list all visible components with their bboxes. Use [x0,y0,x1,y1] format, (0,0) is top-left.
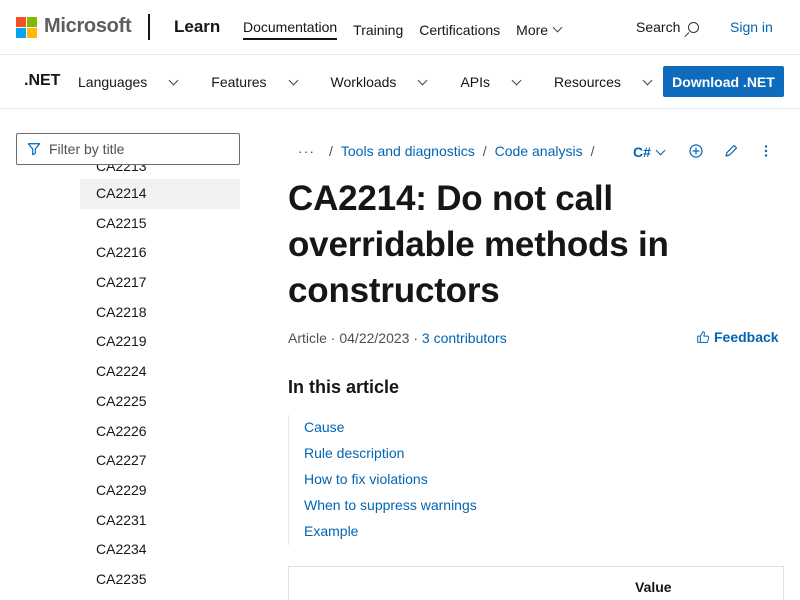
toc-item[interactable]: CA2224 [80,357,240,387]
nav-apis[interactable]: APIs [460,74,537,90]
product-nav-items: Languages Features Workloads APIs Resour… [78,74,685,90]
contributors-link[interactable]: 3 contributors [422,330,507,346]
sidebar-toc: CA2213 CA2214 CA2215 CA2216 CA2217 CA221… [80,165,240,600]
article-type: Article [288,330,327,346]
article-link-how-to-fix[interactable]: How to fix violations [304,467,477,493]
site-header: Microsoft Learn Documentation Training C… [0,0,800,55]
toc-item[interactable]: CA2215 [80,209,240,239]
nav-training[interactable]: Training [353,19,403,40]
toc-item[interactable]: CA2225 [80,387,240,417]
microsoft-logo-icon[interactable] [16,17,37,38]
filter-input[interactable]: Filter by title [16,133,240,165]
article-date: 04/22/2023 [339,330,410,346]
top-nav: Documentation Training Certifications Mo… [243,19,577,40]
edit-button[interactable] [722,142,740,160]
nav-more[interactable]: More [516,19,563,40]
toc-item[interactable]: CA2219 [80,327,240,357]
learn-link[interactable]: Learn [174,17,220,37]
toc-item[interactable]: CA2227 [80,446,240,476]
breadcrumb-separator: / [329,143,333,159]
nav-workloads-label: Workloads [330,74,397,90]
chevron-down-icon [642,75,653,85]
more-actions-button[interactable] [757,142,775,160]
in-this-article-list: Cause Rule description How to fix violat… [288,415,477,545]
chevron-down-icon [417,75,428,85]
nav-languages[interactable]: Languages [78,74,194,90]
article-link-suppress[interactable]: When to suppress warnings [304,493,477,519]
breadcrumb-tools-and-diagnostics[interactable]: Tools and diagnostics [341,143,475,159]
search-icon [688,21,700,33]
breadcrumb-separator: / [590,143,595,159]
nav-resources-label: Resources [554,74,621,90]
nav-certifications-label: Certifications [419,21,501,38]
language-selector[interactable]: C# [633,144,666,160]
toc-item-selected[interactable]: CA2214 [80,179,240,209]
table-header-value: Value [635,579,672,595]
article-metadata: Article · 04/22/2023 · 3 contributors [288,330,507,346]
toc-item[interactable]: CA2226 [80,417,240,447]
page-title: CA2214: Do not call overridable methods … [288,179,669,310]
chevron-down-icon [552,22,563,33]
toc-item[interactable]: CA2231 [80,506,240,536]
nav-workloads[interactable]: Workloads [331,74,444,90]
toc-item[interactable]: CA2217 [80,268,240,298]
breadcrumb-more-button[interactable]: ··· [298,143,315,159]
language-label: C# [633,144,651,160]
plus-circle-icon [689,144,703,158]
nav-documentation-label: Documentation [243,19,338,35]
chevron-down-icon [511,75,522,85]
toc-item[interactable]: CA2235 [80,565,240,595]
nav-features-label: Features [211,74,267,90]
feedback-button[interactable]: Feedback [696,329,779,345]
toc-item[interactable]: CA2229 [80,476,240,506]
nav-languages-label: Languages [78,74,148,90]
chevron-down-icon [655,145,666,155]
product-title[interactable]: .NET [24,72,60,90]
toc-item[interactable]: CA2234 [80,535,240,565]
add-to-collection-button[interactable] [687,142,705,160]
nav-documentation[interactable]: Documentation [243,19,338,40]
breadcrumb-code-analysis[interactable]: Code analysis [495,143,583,159]
sign-in-link[interactable]: Sign in [730,19,773,35]
breadcrumb-separator: / [482,143,487,159]
breadcrumb: ··· / Tools and diagnostics / Code analy… [298,143,602,159]
nav-apis-label: APIs [460,74,491,90]
article-link-example[interactable]: Example [304,519,477,545]
meta-separator: · [413,330,422,346]
microsoft-wordmark[interactable]: Microsoft [44,15,132,38]
thumbs-up-icon [697,331,710,343]
filter-placeholder: Filter by title [49,141,125,157]
search-label: Search [636,19,681,35]
download-net-button[interactable]: Download .NET [663,66,784,97]
article-link-rule-description[interactable]: Rule description [304,441,477,467]
filter-icon [27,143,41,156]
chevron-down-icon [288,75,298,85]
nav-resources[interactable]: Resources [554,74,668,90]
feedback-label: Feedback [714,329,779,345]
header-divider [148,14,150,40]
toc-item[interactable]: CA2218 [80,298,240,328]
nav-features[interactable]: Features [211,74,313,90]
rule-info-table: Value [288,566,784,600]
nav-more-label: More [516,21,549,38]
toc-item[interactable]: CA2216 [80,238,240,268]
more-vertical-icon [764,145,768,157]
nav-certifications[interactable]: Certifications [419,19,500,40]
pencil-icon [725,144,738,157]
chevron-down-icon [168,75,179,85]
nav-training-label: Training [353,21,404,38]
article-link-cause[interactable]: Cause [304,415,477,441]
in-this-article-heading: In this article [288,377,400,397]
product-nav: .NET Languages Features Workloads APIs R… [0,55,800,109]
search-button[interactable]: Search [636,19,700,35]
toc-item[interactable]: CA2213 [80,165,240,179]
